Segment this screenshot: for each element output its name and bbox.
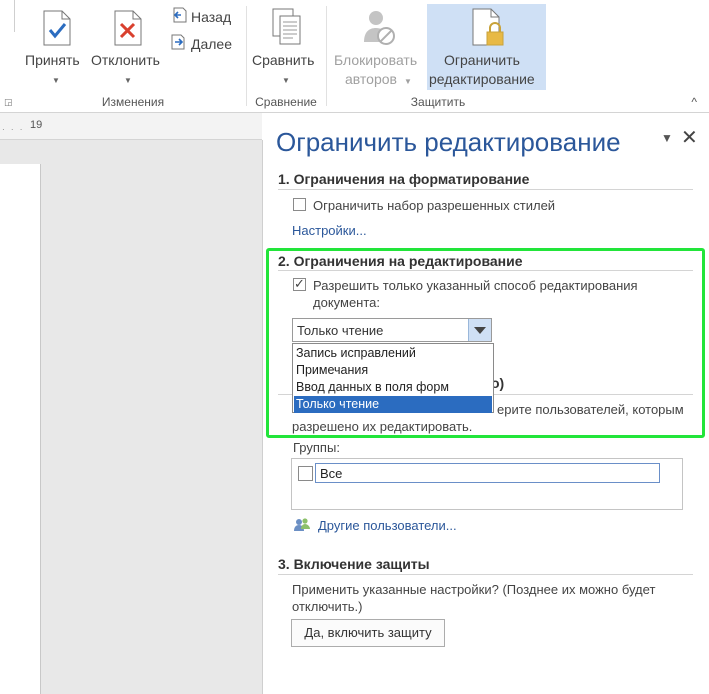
editing-type-selected-value: Только чтение (297, 323, 384, 338)
group-label-protect: Защитить (410, 95, 466, 109)
ruler-ticks: · · · (2, 125, 25, 134)
allow-editing-checkbox-row[interactable]: Разрешить только указанный способ редакт… (293, 276, 693, 313)
section-editing-title: 2. Ограничения на редактирование (278, 253, 523, 269)
group-label-compare: Сравнение (255, 95, 317, 109)
close-icon[interactable]: ✕ (681, 125, 698, 150)
document-area (0, 140, 263, 694)
compare-label: Сравнить (252, 52, 315, 68)
compare-dropdown-caret[interactable]: ▼ (282, 76, 290, 85)
previous-change-icon (171, 7, 187, 29)
next-change-icon (171, 34, 187, 56)
section-divider (278, 270, 693, 271)
ruler-number: 19 (30, 119, 43, 131)
block-authors-dropdown-caret: ▼ (404, 77, 412, 86)
groups-list: Все (291, 458, 683, 510)
section-divider (278, 574, 693, 575)
document-check-icon (42, 10, 72, 49)
editing-type-select[interactable]: Только чтение (292, 318, 492, 342)
reject-dropdown-caret[interactable]: ▼ (124, 76, 132, 85)
ribbon: ◲ Принять ▼ Отклонить ▼ Назад Далее Изме… (0, 0, 709, 113)
pane-title: Ограничить редактирование (276, 127, 621, 157)
other-users-link[interactable]: Другие пользователи... (318, 518, 457, 533)
block-authors-button[interactable]: Блокировать авторов ▼ (330, 4, 424, 90)
allow-editing-checkbox[interactable] (293, 276, 306, 292)
block-authors-icon (362, 8, 396, 49)
restrict-styles-checkbox-row[interactable]: Ограничить набор разрешенных стилей (293, 197, 593, 215)
restrict-styles-label: Ограничить набор разрешенных стилей (313, 198, 556, 213)
restrict-editing-label-line2: редактирование (429, 71, 535, 87)
next-button[interactable]: Далее (171, 33, 232, 55)
formatting-settings-link[interactable]: Настройки... (292, 223, 367, 238)
restrict-styles-checkbox[interactable] (293, 198, 306, 211)
editing-type-option-selected[interactable]: Только чтение (294, 396, 492, 413)
users-icon (293, 517, 311, 538)
next-label: Далее (191, 36, 233, 52)
group-label-changes: Изменения (101, 95, 165, 109)
reject-button[interactable]: Отклонить ▼ (89, 4, 167, 90)
collapse-ribbon-icon[interactable]: ^ (691, 95, 697, 109)
document-reject-icon (113, 10, 143, 49)
enforce-text-line1: Применить указанные настройки? (Позднее … (292, 582, 656, 597)
section-formatting-title: 1. Ограничения на форматирование (278, 171, 530, 187)
restrict-editing-button[interactable]: Ограничить редактирование (427, 4, 546, 90)
accept-dropdown-caret[interactable]: ▼ (52, 76, 60, 85)
ribbon-left-edge (0, 0, 15, 32)
allow-editing-label-line1: Разрешить только указанный способ редакт… (313, 278, 638, 293)
restrict-editing-label-line1: Ограничить (444, 52, 520, 68)
pane-options-icon[interactable]: ▼ (661, 131, 673, 145)
horizontal-ruler: · · · 19 (0, 113, 262, 140)
exceptions-text-line1: ерите пользователей, которым (497, 402, 684, 417)
enable-protection-button[interactable]: Да, включить защиту (291, 619, 445, 647)
accept-label: Принять (25, 52, 80, 68)
section-divider (278, 189, 693, 190)
groups-label: Группы: (293, 440, 340, 455)
previous-button[interactable]: Назад (171, 6, 231, 28)
editing-type-option[interactable]: Примечания (294, 362, 492, 379)
document-page[interactable] (0, 164, 41, 694)
reject-label: Отклонить (91, 52, 160, 68)
section-enforce-title: 3. Включение защиты (278, 556, 430, 572)
editing-type-option[interactable]: Ввод данных в поля форм (294, 379, 492, 396)
everyone-group-item[interactable]: Все (315, 463, 660, 483)
document-lock-icon (471, 8, 505, 51)
group-separator (246, 6, 247, 106)
ribbon-left-launcher-icon[interactable]: ◲ (4, 97, 13, 107)
compare-documents-icon (272, 8, 302, 49)
enforce-text-line2: отключить.) (292, 599, 363, 614)
block-authors-label-line2: авторов (345, 71, 397, 87)
editing-type-options-list[interactable]: Запись исправлений Примечания Ввод данны… (292, 343, 494, 413)
restrict-editing-pane: Ограничить редактирование ▼ ✕ 1. Огранич… (263, 113, 709, 694)
editing-type-option[interactable]: Запись исправлений (294, 345, 492, 362)
exceptions-text-line2: разрешено их редактировать. (292, 419, 473, 434)
everyone-checkbox[interactable] (298, 466, 313, 481)
group-separator (326, 6, 327, 106)
allow-editing-label-line2: документа: (313, 295, 380, 310)
block-authors-label-line1: Блокировать (334, 52, 418, 68)
compare-button[interactable]: Сравнить ▼ (250, 4, 322, 90)
chevron-down-icon[interactable] (468, 319, 491, 341)
accept-button[interactable]: Принять ▼ (22, 4, 90, 90)
previous-label: Назад (191, 9, 232, 25)
